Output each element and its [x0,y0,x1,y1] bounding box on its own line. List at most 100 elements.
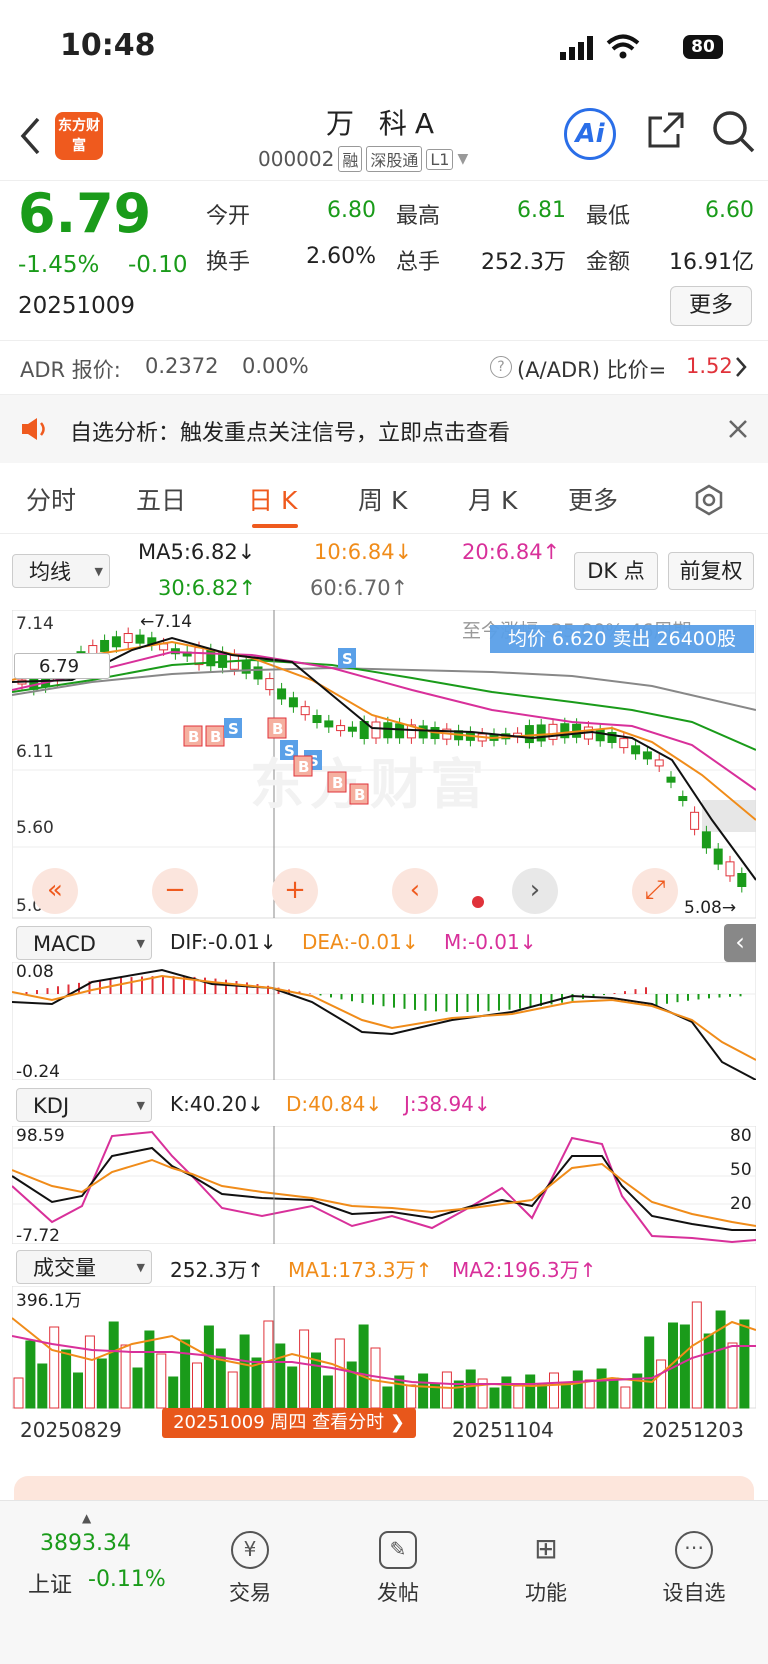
zoom-out-button[interactable]: − [152,868,198,914]
adr-ratio-label: (A/ADR) 比价= [517,358,667,382]
volume-bar [299,1329,310,1409]
adr-row[interactable]: ADR 报价: 0.2372 0.00% ? (A/ADR) 比价= 1.52 [0,340,768,395]
open-label: 今开 [206,204,251,229]
volume-y-top: 396.1万 [16,1291,82,1311]
zoom-in-button[interactable]: + [272,868,318,914]
volume-bar [61,1349,72,1409]
volume-bar [537,1383,548,1409]
tab-weekly-k[interactable]: 周 K [358,481,407,517]
nav-add-watchlist[interactable]: ⋯ 设自选 [644,1531,744,1607]
open-value: 6.80 [327,198,376,223]
kline-y-top: 7.14 [16,614,54,634]
volume-bar [49,1326,60,1409]
search-icon[interactable] [712,110,756,154]
index-pct: -0.11% [88,1567,166,1592]
nav-trade[interactable]: ¥ 交易 [200,1531,300,1607]
wifi-icon [606,34,640,59]
volume-bar [608,1377,619,1409]
candle-body [713,848,723,865]
svg-text:B: B [272,720,283,738]
volume-bar [644,1336,655,1409]
ai-button[interactable]: Ai [564,108,616,160]
settings-icon[interactable] [692,483,726,517]
help-icon[interactable]: ? [490,356,512,378]
candle-body [654,759,664,767]
candle-body [725,861,735,877]
turnover-label: 换手 [206,250,251,275]
fullscreen-button[interactable]: ⤢ [632,868,678,914]
dropdown-caret-icon: ▼ [457,151,469,167]
x-axis-date-1: 20250829 [20,1418,122,1442]
nav-functions-label: 功能 [525,1581,567,1605]
volume-bar [346,1361,357,1409]
ma60-value: 60:6.70↑ [310,576,409,600]
tab-daily-k[interactable]: 日 K [248,481,297,517]
candle-body [701,831,711,849]
candle-body [100,639,110,652]
volume-bar [358,1324,369,1409]
volume-bar [656,1359,667,1409]
collapse-panel-button[interactable]: ‹ [724,924,756,962]
candle-body [642,751,652,760]
scroll-left-fast-button[interactable]: « [32,868,78,914]
volume-select[interactable]: 成交量 [16,1250,152,1285]
ma-select[interactable]: 均线 [12,554,110,589]
close-icon[interactable] [728,419,748,439]
last-price: 6.79 [18,182,152,245]
candle-body [631,745,641,755]
volume-bar [418,1373,429,1409]
volume-bar [192,1362,202,1409]
tab-intraday[interactable]: 分时 [26,481,76,517]
volume-bar [513,1385,524,1409]
view-intraday-pill[interactable]: 20251009 周四 查看分时 ❯ [162,1408,416,1438]
tag-connect: 深股通 [366,146,423,172]
nav-functions[interactable]: ⊞ 功能 [496,1531,596,1607]
high-value: 6.81 [517,198,566,223]
kdj-select[interactable]: KDJ [16,1088,152,1123]
share-icon[interactable] [646,110,686,150]
stock-header: 东方财富 万 科A 000002 融 深股通 L1 ▼ Ai [0,96,768,181]
volume-bar [120,1344,131,1409]
candle-body [690,811,700,830]
candle-body [595,729,605,742]
scroll-right-button[interactable]: › [512,868,558,914]
candle-body [737,873,747,887]
volume-bar [13,1377,24,1409]
volume-bar [287,1366,298,1409]
active-tab-indicator [252,524,298,528]
volume-bar [239,1334,250,1409]
status-bar: 10:48 80 [0,0,768,96]
volume-bar [679,1324,690,1409]
svg-text:S: S [342,650,353,668]
dk-point-button[interactable]: DK 点 [574,552,658,590]
x-axis-date-3: 20251203 [642,1418,744,1442]
volume-bar [156,1353,167,1409]
nav-post[interactable]: ✎ 发帖 [348,1531,448,1607]
expand-up-icon[interactable]: ▲ [82,1511,91,1525]
notice-banner[interactable]: 自选分析：触发重点关注信号，立即点击查看 [0,395,768,463]
volume-bar [501,1376,512,1409]
candle-body [678,796,688,802]
volume-bar [144,1330,155,1409]
high-label: 最高 [396,204,441,229]
scroll-left-button[interactable]: ‹ [392,868,438,914]
macd-select[interactable]: MACD [16,926,152,961]
volume-value: 252.3万 [481,250,566,275]
svg-text:B: B [332,774,343,792]
kdj-ref-20: 20 [730,1194,752,1214]
ma30-value: 30:6.82↑ [158,576,257,600]
volume-bar [275,1343,286,1409]
volume-bar [96,1358,107,1409]
tab-five-day[interactable]: 五日 [136,481,186,517]
adjust-button[interactable]: 前复权 [668,552,754,590]
more-dots-icon: ⋯ [675,1531,713,1569]
tab-more[interactable]: 更多 [568,481,618,517]
macd-dea: DEA:-0.01↓ [302,930,419,954]
svg-text:S: S [228,720,239,738]
candle-body [123,633,133,644]
tab-monthly-k[interactable]: 月 K [468,481,517,517]
volume-bar [406,1384,417,1409]
kline-max-label: ←7.14 [140,612,193,632]
stock-code-row[interactable]: 000002 融 深股通 L1 ▼ [258,146,468,172]
more-button[interactable]: 更多 [670,286,752,326]
